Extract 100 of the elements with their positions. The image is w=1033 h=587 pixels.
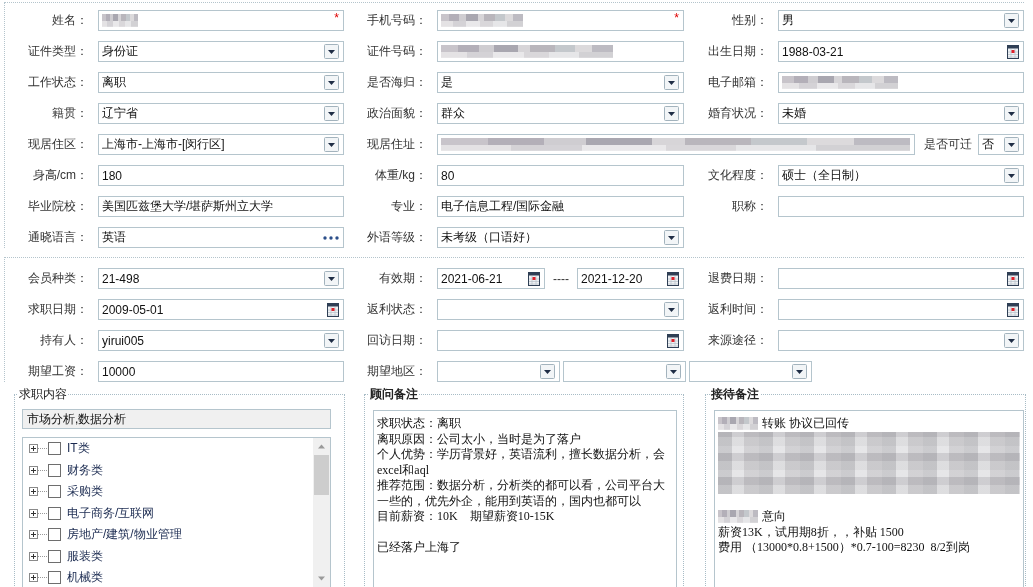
notes-textarea[interactable]: 转账 协议已回传 意向 薪资13K，试用期8折，，补贴 1500 费用 （13000*0.8+1500）*0.7-100=8230 8/2到岗 — [714, 410, 1024, 587]
category-label[interactable]: 采购类 — [67, 483, 103, 501]
text-field[interactable] — [437, 134, 915, 155]
calendar-icon[interactable] — [1007, 271, 1019, 286]
dropdown-field[interactable] — [778, 330, 1024, 351]
note-line: 个人优势：学历背景好，英语流利，擅长数据分析，会excel和aql — [377, 447, 666, 478]
note-line: 目前薪资：10K 期望薪资10-15K — [377, 509, 556, 525]
field-label: 求职日期： — [27, 301, 89, 318]
text-field[interactable] — [778, 196, 1024, 217]
text-field[interactable]: 美国匹兹堡大学/堪萨斯州立大学 — [98, 196, 344, 217]
field-label: 籍贯： — [51, 105, 89, 122]
calendar-icon[interactable] — [1007, 44, 1019, 59]
field-label: 是否可迁 — [923, 136, 973, 153]
dropdown-field[interactable]: 群众 — [437, 103, 684, 124]
dropdown-field[interactable]: 身份证 — [98, 41, 344, 62]
checkbox[interactable] — [48, 549, 61, 563]
expand-icon[interactable] — [29, 573, 38, 583]
text-field[interactable] — [437, 41, 684, 62]
field-label: 姓名： — [51, 12, 89, 29]
calendar-icon[interactable] — [667, 333, 679, 348]
field-label: 返利时间： — [707, 301, 769, 318]
text-field[interactable]: 10000 — [98, 361, 344, 382]
dropdown-field[interactable]: 21-498 — [98, 268, 344, 289]
expand-icon[interactable] — [29, 551, 38, 561]
text-field[interactable]: 180 — [98, 165, 344, 186]
ellipsis-icon[interactable] — [323, 235, 339, 240]
dropdown-field[interactable]: 是 — [437, 72, 684, 93]
checkbox[interactable] — [48, 463, 61, 477]
text-field[interactable] — [778, 72, 1024, 93]
field-label: 性别： — [731, 12, 769, 29]
field-label: 证件号码： — [366, 43, 428, 60]
dropdown-field[interactable]: 上海市-上海市-[闵行区] — [98, 134, 344, 155]
date-field[interactable]: 2021-06-21 — [437, 268, 545, 289]
blurred-text — [718, 510, 758, 524]
note-line: 求职状态：离职 — [377, 416, 462, 432]
expand-icon[interactable] — [29, 508, 38, 518]
dropdown-field[interactable] — [563, 361, 686, 382]
dropdown-field[interactable] — [437, 299, 684, 320]
field-label: 会员种类： — [27, 270, 89, 287]
note-line: 推荐范围：数据分析，分析类的都可以看，公司平台大一些的，优先外企，能用到英语的，国内也都可以 — [377, 478, 666, 509]
dropdown-field[interactable]: 离职 — [98, 72, 344, 93]
scrollbar-thumb[interactable] — [314, 455, 329, 495]
notes-textarea[interactable]: 求职状态：离职 离职原因：公司太小，当时是为了落户 个人优势：学历背景好，英语流利，擅长数据分析，会excel和aql 推荐范围：数据分析，分析类的都可以看，公司平台大一些的，优先外企，能用到英语的，国内也都可以 目前薪资：10K 期望薪资10-15K 已经落户上海了 — [373, 410, 677, 587]
note-line: 意向 — [762, 509, 786, 525]
date-field[interactable]: 2009-05-01 — [98, 299, 344, 320]
dropdown-field[interactable]: 未婚 — [778, 103, 1024, 124]
dropdown-field[interactable]: 未考级（口语好） — [437, 227, 684, 248]
expand-icon[interactable] — [29, 465, 38, 475]
date-field[interactable] — [778, 268, 1024, 289]
date-field[interactable] — [778, 299, 1024, 320]
note-line: 转账 协议已回传 — [762, 416, 849, 432]
text-field[interactable]: * — [437, 10, 684, 31]
category-label[interactable]: 电子商务/互联网 — [67, 504, 155, 522]
selection-field[interactable]: 市场分析,数据分析 — [22, 409, 331, 429]
field-label: 毕业院校： — [27, 198, 89, 215]
category-label[interactable]: 财务类 — [67, 461, 103, 479]
lookup-field[interactable]: 英语 — [98, 227, 344, 248]
expand-icon[interactable] — [29, 530, 38, 540]
field-label: 身高/cm： — [31, 167, 89, 184]
calendar-icon[interactable] — [667, 271, 679, 286]
note-line: 费用 （13000*0.8+1500）*0.7-100=8230 8/2到岗 — [718, 540, 971, 556]
text-field[interactable]: 80 — [437, 165, 684, 186]
category-label[interactable]: 服装类 — [67, 547, 103, 565]
category-label[interactable]: 机械类 — [67, 569, 103, 587]
date-field[interactable]: 1988-03-21 — [778, 41, 1024, 62]
category-label[interactable]: IT类 — [67, 440, 90, 458]
dropdown-field[interactable]: 辽宁省 — [98, 103, 344, 124]
field-label: 期望地区： — [366, 363, 428, 380]
field-label: 来源途径： — [707, 332, 769, 349]
expand-icon[interactable] — [29, 487, 38, 497]
checkbox[interactable] — [48, 571, 61, 585]
field-label: 持有人： — [39, 332, 89, 349]
checkbox[interactable] — [48, 528, 61, 542]
dropdown-field[interactable] — [689, 361, 812, 382]
dropdown-field[interactable]: 硕士（全日制） — [778, 165, 1024, 186]
dropdown-field[interactable]: 否 — [978, 134, 1024, 155]
field-label: 婚育状况： — [707, 105, 769, 122]
panel-legend: 求职内容 — [18, 387, 68, 401]
note-line: 薪资13K，试用期8折，，补贴 1500 — [718, 524, 905, 540]
checkbox[interactable] — [48, 506, 61, 520]
dropdown-field[interactable]: yirui005 — [98, 330, 344, 351]
note-line: 离职原因：公司太小，当时是为了落户 — [377, 431, 582, 447]
date-field[interactable] — [437, 330, 684, 351]
field-label: 有效期： — [378, 270, 428, 287]
checkbox[interactable] — [48, 485, 61, 499]
text-field[interactable]: * — [98, 10, 344, 31]
text-field[interactable]: 电子信息工程/国际金融 — [437, 196, 684, 217]
calendar-icon[interactable] — [1007, 302, 1019, 317]
calendar-icon[interactable] — [327, 302, 339, 317]
field-label: 工作状态： — [27, 74, 89, 91]
calendar-icon[interactable] — [528, 271, 540, 286]
expand-icon[interactable] — [29, 444, 38, 454]
scrollbar[interactable] — [313, 438, 330, 587]
checkbox[interactable] — [48, 442, 61, 456]
dropdown-field[interactable] — [437, 361, 560, 382]
field-label: 回访日期： — [366, 332, 428, 349]
field-label: 是否海归： — [366, 74, 428, 91]
category-label[interactable]: 房地产/建筑/物业管理 — [67, 526, 182, 544]
dropdown-field[interactable]: 男 — [778, 10, 1024, 31]
date-field[interactable]: 2021-12-20 — [577, 268, 684, 289]
